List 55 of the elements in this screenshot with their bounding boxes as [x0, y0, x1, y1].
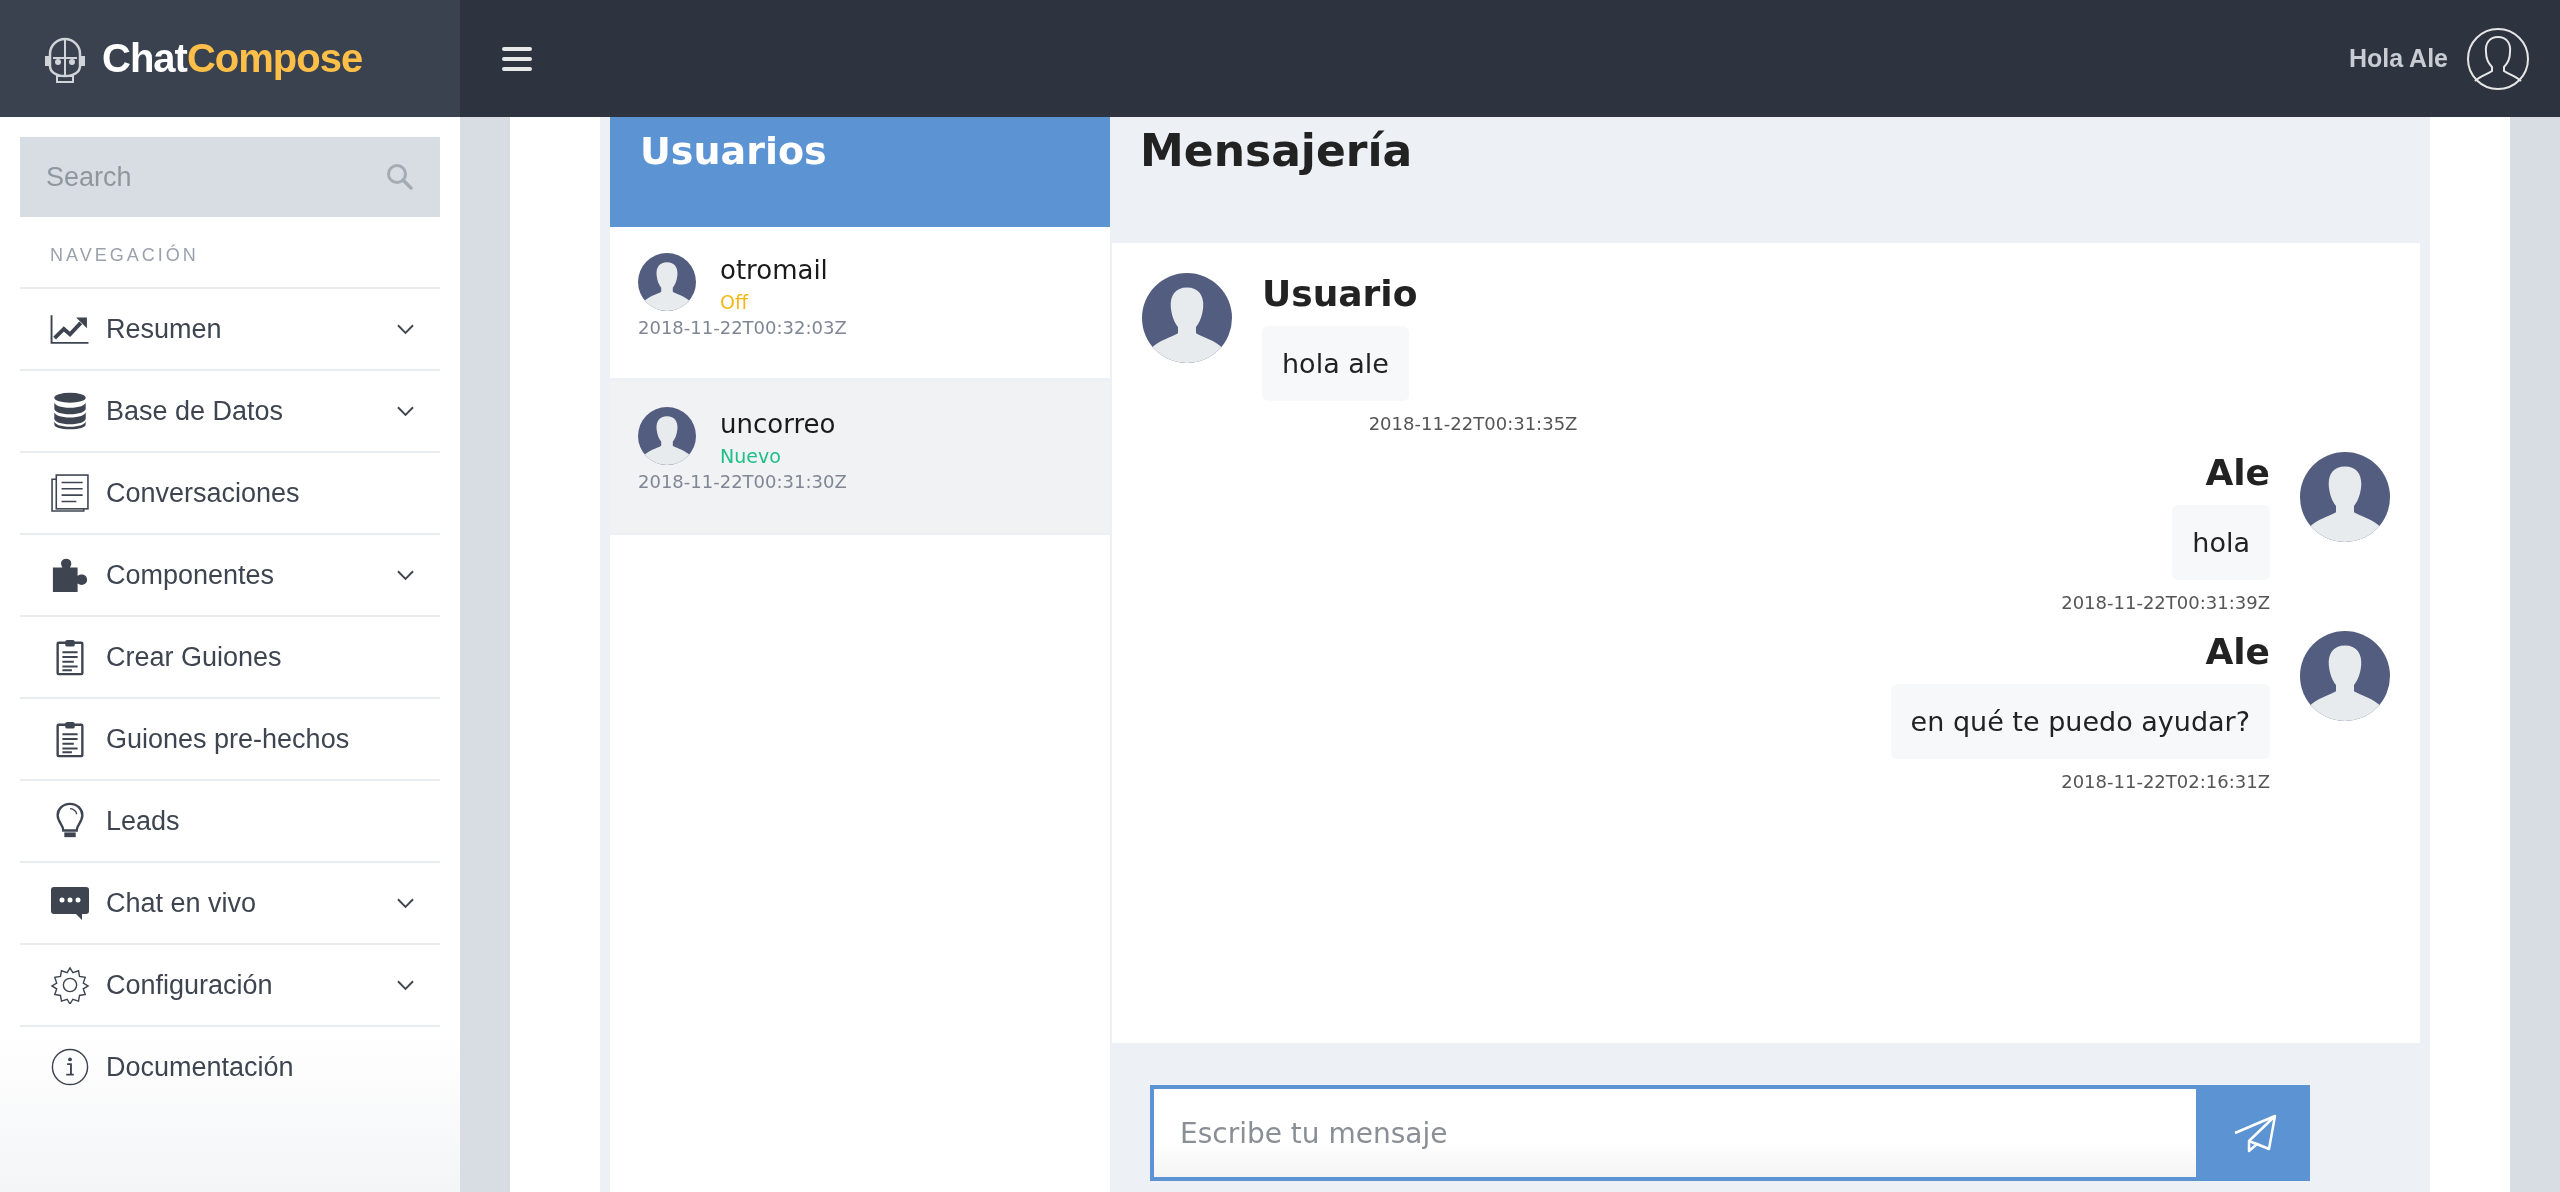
search-icon [386, 163, 414, 191]
nav-item[interactable]: Guiones pre-hechos [20, 699, 440, 781]
nav-item[interactable]: Chat en vivo [20, 863, 440, 945]
document-icon [50, 474, 90, 512]
nav-label: Documentación [106, 1051, 295, 1083]
chat-bubble-icon [50, 884, 90, 922]
paper-plane-icon [2233, 1113, 2277, 1153]
sender-name: Ale [2205, 631, 2270, 672]
users-title: Usuarios [640, 129, 827, 173]
nav-label: Chat en vivo [106, 887, 258, 919]
nav-item[interactable]: Documentación [20, 1027, 440, 1107]
nav-item[interactable]: Componentes [20, 535, 440, 617]
nav-item[interactable]: Conversaciones [20, 453, 440, 535]
user-name: uncorreo [720, 409, 837, 439]
nav-label: Componentes [106, 559, 276, 591]
nav-label: Crear Guiones [106, 641, 283, 673]
message-bubble: hola [2172, 505, 2270, 580]
chat-title: Mensajería [1140, 125, 1413, 176]
nav-item[interactable]: Resumen [20, 289, 440, 371]
section-heading: NAVEGACIÓN [20, 217, 440, 289]
user-name: otromail [720, 255, 829, 285]
nav-item[interactable]: Leads [20, 781, 440, 863]
info-icon [50, 1048, 90, 1086]
nav-label: Guiones pre-hechos [106, 723, 351, 755]
timestamp: 2018-11-22T00:32:03Z [638, 317, 848, 338]
user-greeting: Hola Ale [2348, 44, 2448, 73]
nav-label: Base de Datos [106, 395, 285, 427]
avatar-icon [638, 407, 696, 465]
nav-label: Configuración [106, 969, 274, 1001]
timestamp: 2018-11-22T00:31:30Z [638, 471, 848, 492]
user-avatar-icon[interactable] [2466, 26, 2530, 91]
message-input[interactable]: Escribe tu mensaje [1150, 1085, 2200, 1181]
nav-label: Leads [106, 805, 181, 837]
nav-item[interactable]: Configuración [20, 945, 440, 1027]
nav-item[interactable]: Crear Guiones [20, 617, 440, 699]
nav-item[interactable]: Base de Datos [20, 371, 440, 453]
app-logo-text: ChatCompose [102, 36, 363, 81]
message-bubble: en qué te puedo ayudar? [1890, 684, 2270, 759]
settings-icon [50, 966, 90, 1004]
search-field[interactable]: Search [20, 137, 440, 217]
nav-label: Conversaciones [106, 477, 301, 509]
user-status: Nuevo [720, 445, 782, 467]
message-time: 2018-11-22T00:31:35Z [1368, 413, 1578, 434]
puzzle-icon [50, 556, 90, 594]
sender-name: Ale [2205, 452, 2270, 493]
message-bubble: hola ale [1262, 326, 1409, 401]
user-list-item[interactable]: uncorreo Nuevo 2018-11-22T00:31:30Z [610, 381, 1110, 535]
send-button[interactable] [2200, 1085, 2310, 1181]
avatar-icon [638, 253, 696, 311]
sender-name: Usuario [1262, 273, 1418, 314]
message-time: 2018-11-22T00:31:39Z [2061, 592, 2270, 613]
nav-label: Resumen [106, 313, 223, 345]
user-status: Off [720, 291, 750, 313]
message-time: 2018-11-22T02:16:31Z [2061, 771, 2270, 792]
menu-icon [502, 45, 532, 72]
